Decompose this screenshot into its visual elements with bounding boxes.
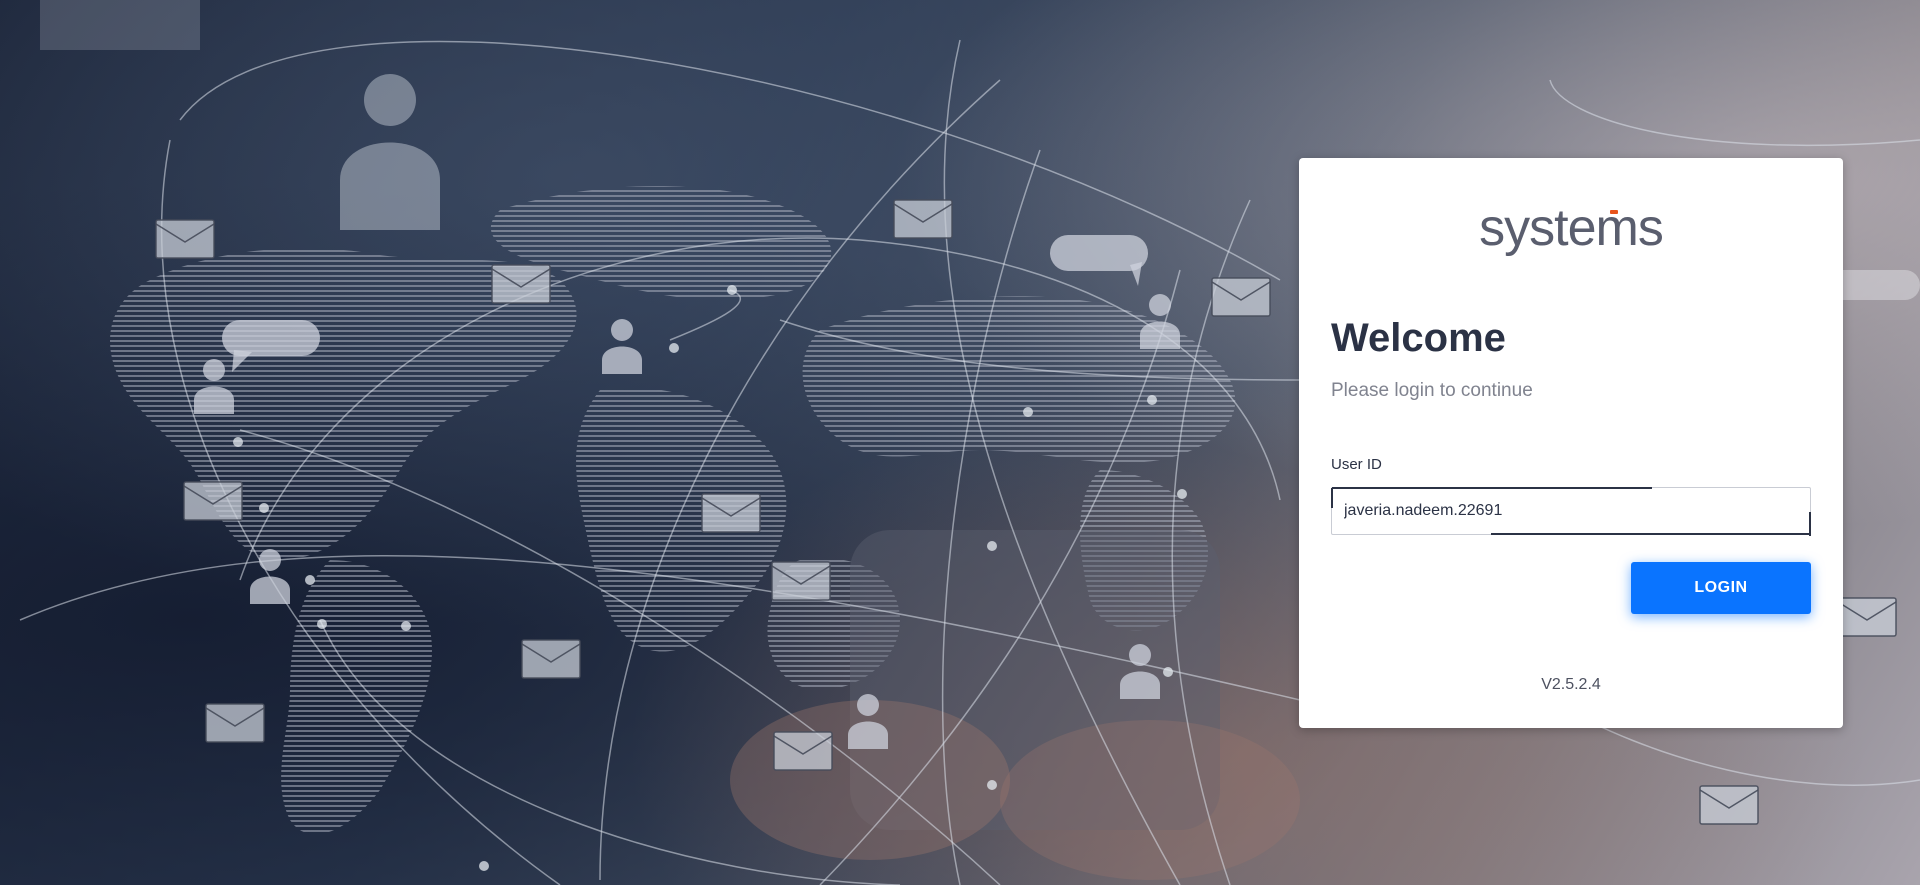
logo-accent-mark (1610, 210, 1618, 214)
logo-text: systems (1479, 199, 1664, 257)
user-icon (602, 319, 642, 374)
chat-bubble-icon (1050, 235, 1148, 286)
envelope-icon (205, 703, 265, 743)
user-icon (340, 74, 440, 230)
user-id-label: User ID (1331, 456, 1382, 473)
envelope-icon (521, 639, 581, 679)
envelope-icon (491, 264, 551, 304)
envelope-icon (1211, 277, 1271, 317)
user-id-field-wrapper (1331, 487, 1825, 536)
welcome-heading: Welcome (1331, 316, 1506, 360)
login-subtitle: Please login to continue (1331, 380, 1533, 401)
envelope-icon (155, 219, 215, 259)
version-label: V2.5.2.4 (1541, 676, 1601, 693)
company-logo: systems (1299, 202, 1843, 254)
envelope-icon (1837, 597, 1897, 637)
user-id-input[interactable] (1333, 489, 1825, 533)
blurred-shape (40, 0, 200, 50)
login-panel: systems Welcome Please login to continue… (1299, 158, 1843, 728)
envelope-icon (893, 199, 953, 239)
envelope-icon (701, 493, 761, 533)
envelope-icon (183, 481, 243, 521)
envelope-icon (771, 561, 831, 601)
envelope-icon (773, 731, 833, 771)
login-button[interactable]: LOGIN (1631, 562, 1811, 614)
focus-border-bottom (1491, 533, 1811, 535)
envelope-icon (1699, 785, 1759, 825)
